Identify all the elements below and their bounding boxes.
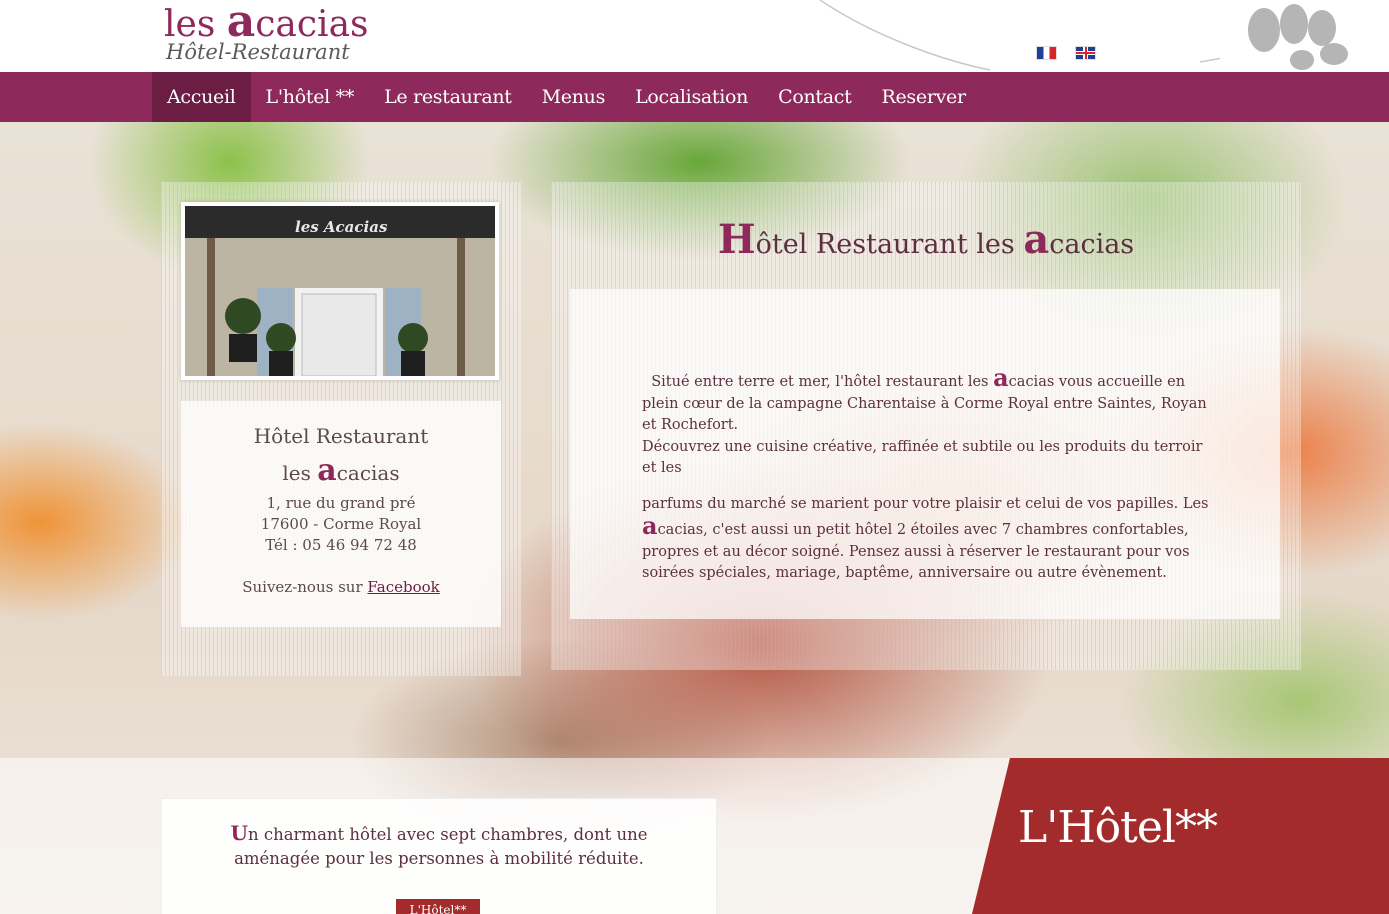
site-logo[interactable]: les acacias Hôtel-Restaurant bbox=[164, 0, 369, 64]
logo-suffix: cacias bbox=[255, 4, 369, 45]
nav-item-6[interactable]: Reserver bbox=[866, 72, 980, 122]
decorative-swoosh-icon bbox=[819, 0, 1220, 71]
nav-item-2[interactable]: Le restaurant bbox=[369, 72, 527, 122]
subtitle-suffix: cacias bbox=[336, 461, 400, 485]
nav-item-1[interactable]: L'hôtel ** bbox=[251, 72, 370, 122]
address-street: 1, rue du grand pré bbox=[266, 494, 416, 512]
site-header: les acacias Hôtel-Restaurant bbox=[0, 0, 1389, 72]
intro-paragraph-2: Découvrez une cuisine créative, raffinée… bbox=[642, 438, 1203, 477]
logo-name: les acacias bbox=[164, 0, 369, 45]
p3-start: parfums du marché se marient pour votre … bbox=[642, 495, 1209, 512]
logo-subtitle: Hôtel-Restaurant bbox=[166, 40, 350, 64]
intro-paragraph-3: parfums du marché se marient pour votre … bbox=[642, 494, 1212, 585]
uk-flag-icon[interactable] bbox=[1075, 46, 1096, 60]
p1-big-letter: a bbox=[993, 363, 1009, 392]
intro-text-box: Situé entre terre et mer, l'hôtel restau… bbox=[570, 289, 1280, 619]
follow-us: Suivez-nous sur Facebook bbox=[181, 577, 501, 598]
address-title: Hôtel Restaurant bbox=[253, 424, 429, 448]
language-switcher bbox=[1036, 46, 1096, 60]
p1-start: Situé entre terre et mer, l'hôtel restau… bbox=[651, 374, 994, 390]
intro-text: Situé entre terre et mer, l'hôtel restau… bbox=[642, 366, 1212, 585]
nav-item-4[interactable]: Localisation bbox=[620, 72, 763, 122]
hotel-photo-frame: les Acacias bbox=[181, 202, 499, 380]
photo-sign-text: les Acacias bbox=[295, 218, 388, 236]
title-big-a: a bbox=[1023, 216, 1050, 263]
address-subtitle: les acacias bbox=[181, 451, 501, 493]
nav-item-5[interactable]: Contact bbox=[763, 72, 866, 122]
intro-paragraph-1: Situé entre terre et mer, l'hôtel restau… bbox=[642, 366, 1212, 437]
logo-prefix: les bbox=[164, 4, 227, 45]
nav-list: Accueil L'hôtel ** Le restaurant Menus Local… bbox=[152, 72, 981, 122]
p3-big-letter: a bbox=[642, 511, 658, 540]
hotel-facade-photo: les Acacias bbox=[185, 206, 495, 376]
subtitle-prefix: les bbox=[282, 461, 318, 485]
p3-end: cacias, c'est aussi un petit hôtel 2 éto… bbox=[642, 522, 1190, 581]
france-flag-icon[interactable] bbox=[1036, 46, 1057, 60]
address-box: Hôtel Restaurant les acacias 1, rue du g… bbox=[181, 401, 501, 627]
title-big-h: H bbox=[717, 216, 756, 263]
facebook-link[interactable]: Facebook bbox=[367, 578, 439, 596]
left-column: les Acacias Hôtel Restaurant les acacias… bbox=[161, 182, 521, 676]
page-title: Hôtel Restaurant les acacias bbox=[551, 216, 1301, 263]
hero-section: les Acacias Hôtel Restaurant les acacias… bbox=[0, 122, 1389, 914]
hotel-panel-title[interactable]: L'Hôtel** bbox=[1018, 802, 1218, 853]
flower-logo-icon bbox=[1248, 4, 1348, 70]
nav-item-0[interactable]: Accueil bbox=[152, 72, 251, 122]
title-end: cacias bbox=[1049, 229, 1135, 260]
nav-item-3[interactable]: Menus bbox=[527, 72, 620, 122]
red-panel-wrap: L'Hôtel** bbox=[0, 758, 1389, 914]
subtitle-big-letter: a bbox=[317, 453, 337, 488]
address-phone[interactable]: Tél : 05 46 94 72 48 bbox=[181, 535, 501, 556]
address-city: 17600 - Corme Royal bbox=[260, 515, 422, 533]
main-nav: Accueil L'hôtel ** Le restaurant Menus Local… bbox=[0, 72, 1389, 122]
title-mid: ôtel Restaurant les bbox=[755, 229, 1024, 260]
right-column: Hôtel Restaurant les acacias Situé entre… bbox=[551, 182, 1301, 670]
follow-prefix: Suivez-nous sur bbox=[242, 578, 368, 596]
